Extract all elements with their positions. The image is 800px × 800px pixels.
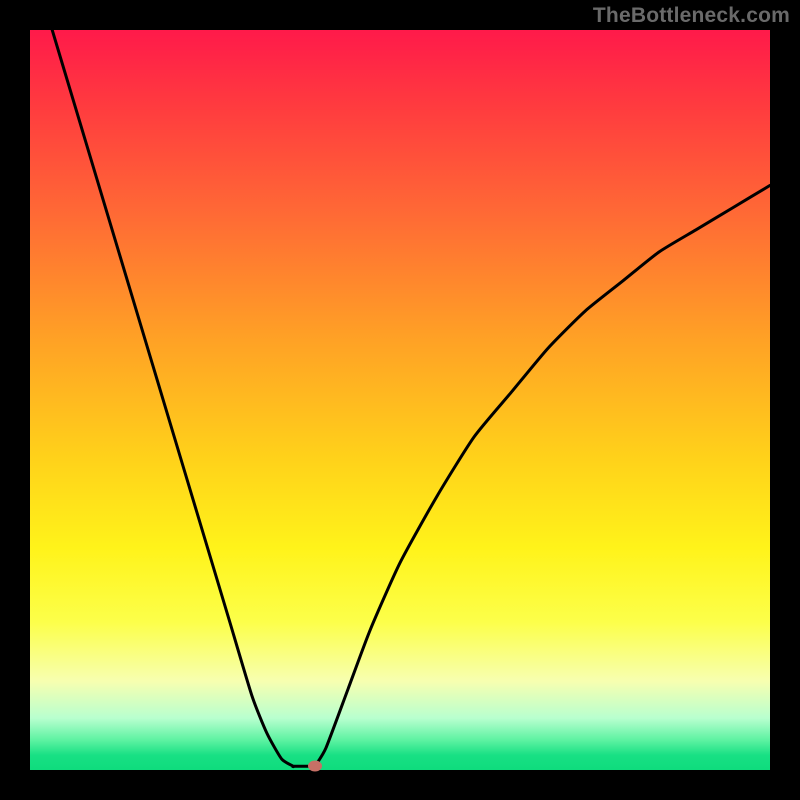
chart-container: TheBottleneck.com (0, 0, 800, 800)
attribution-text: TheBottleneck.com (593, 4, 790, 28)
optimum-marker (308, 761, 322, 772)
plot-area (30, 30, 770, 770)
bottleneck-curve (30, 30, 770, 770)
